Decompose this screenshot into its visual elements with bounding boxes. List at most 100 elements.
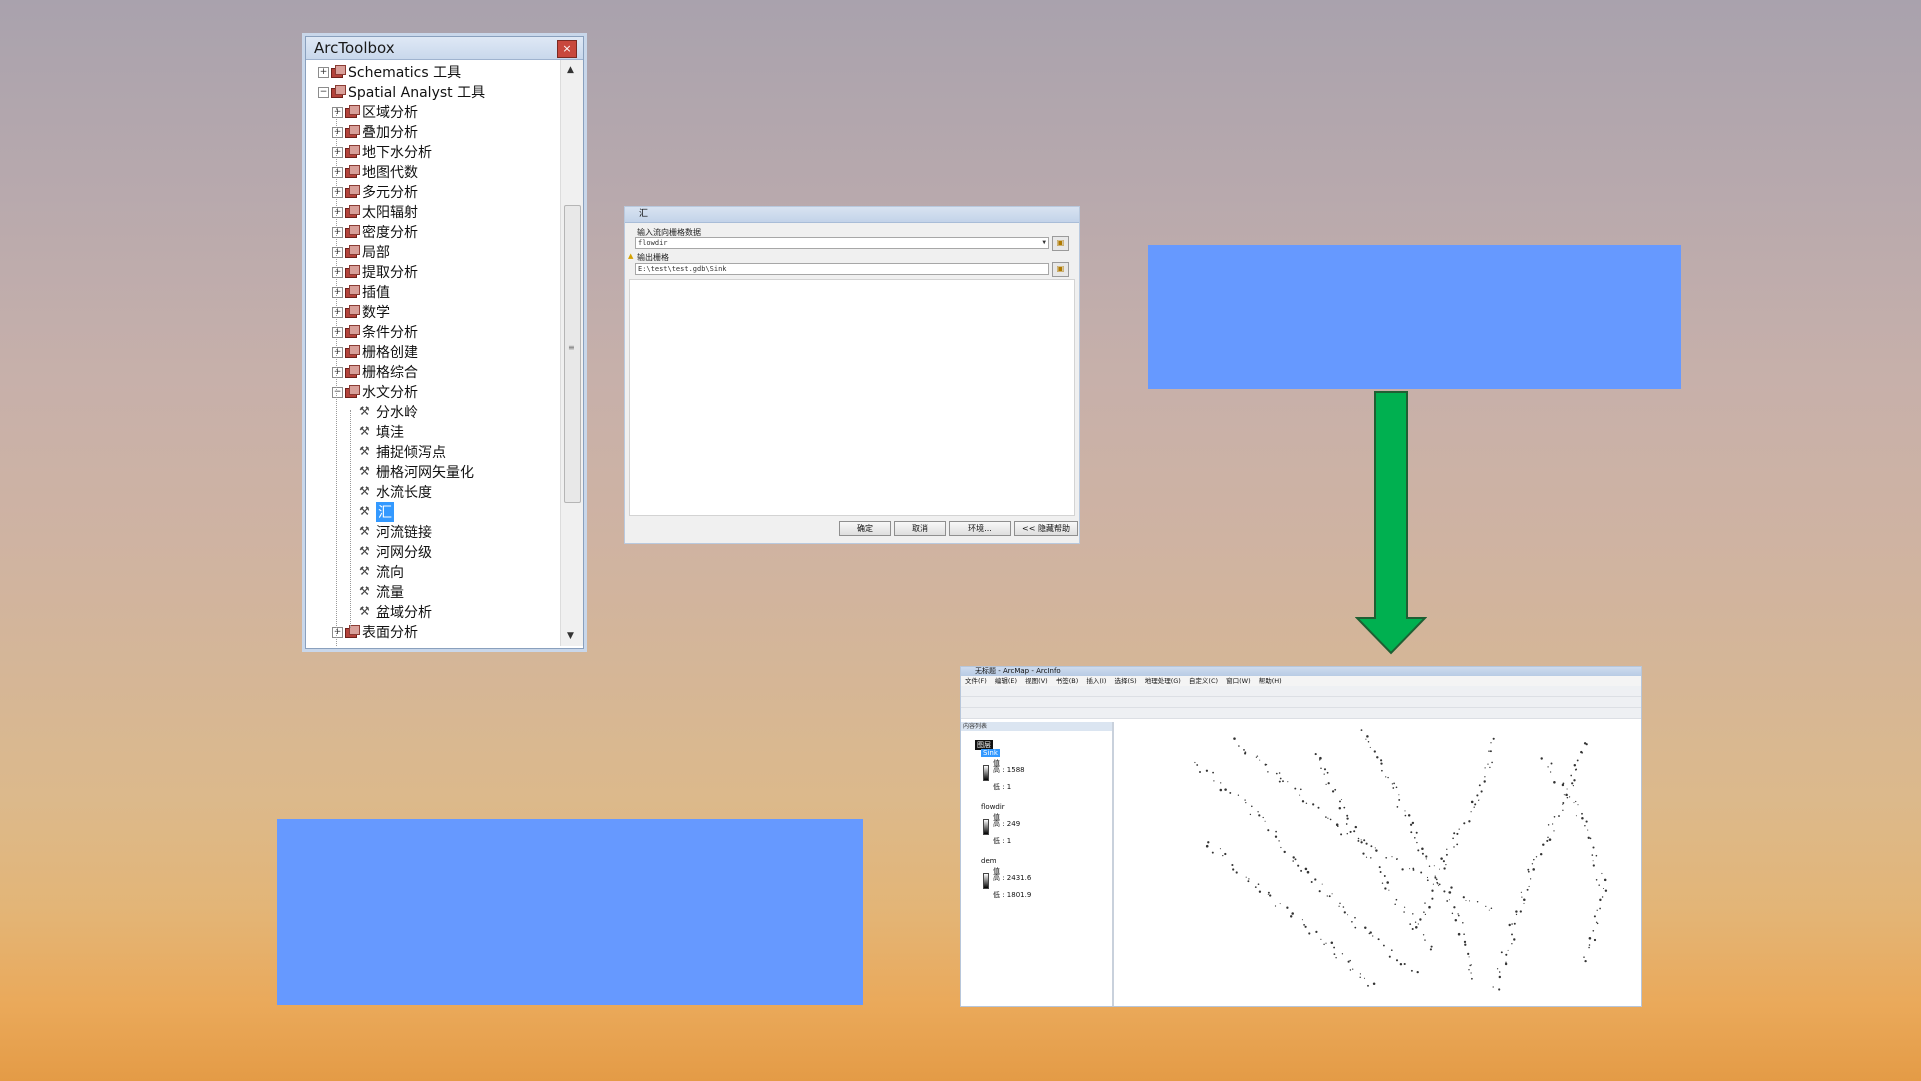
menu-bookmarks[interactable]: 书签(B): [1056, 677, 1079, 685]
sink-pixel: [1404, 814, 1407, 817]
expand-icon[interactable]: +: [332, 207, 343, 218]
sink-pixel: [1523, 898, 1526, 901]
sink-pixel: [1333, 953, 1336, 955]
expand-icon[interactable]: +: [332, 227, 343, 238]
sink-pixel: [1267, 771, 1269, 773]
collapse-icon[interactable]: −: [318, 87, 329, 98]
layer-dem-name[interactable]: dem: [981, 857, 997, 865]
sink-pixel: [1224, 852, 1227, 856]
hide-help-button[interactable]: << 隐藏帮助: [1014, 521, 1078, 536]
sink-pixel: [1287, 781, 1289, 783]
sink-pixel: [1452, 837, 1454, 840]
environments-button[interactable]: 环境...: [949, 521, 1011, 536]
sink-pixel: [1513, 938, 1516, 941]
blue-box-top-right: [1148, 245, 1681, 389]
menu-help[interactable]: 帮助(H): [1259, 677, 1282, 685]
sink-pixel: [1589, 837, 1592, 840]
sink-pixel: [1592, 860, 1594, 862]
menu-insert[interactable]: 插入(I): [1086, 677, 1106, 685]
dropdown-arrow-icon[interactable]: ▼: [1042, 238, 1046, 248]
sink-pixel: [1346, 814, 1349, 817]
sink-pixel: [1593, 938, 1597, 942]
toolbox-titlebar: ArcToolbox ×: [306, 37, 583, 60]
hammer-icon: ⚒: [359, 444, 370, 458]
expand-icon[interactable]: +: [332, 187, 343, 198]
menu-customize[interactable]: 自定义(C): [1189, 677, 1218, 685]
sink-pixel: [1415, 926, 1418, 929]
sink-pixel: [1476, 794, 1479, 797]
sink-pixel: [1308, 932, 1311, 935]
sink-pixel: [1592, 846, 1595, 849]
collapse-icon[interactable]: −: [332, 387, 343, 398]
sink-pixel: [1562, 803, 1564, 805]
tree-item-label: Spatial Analyst 工具: [348, 85, 486, 101]
scroll-thumb[interactable]: ≡: [564, 205, 581, 503]
expand-icon[interactable]: +: [332, 367, 343, 378]
layer-flowdir-name[interactable]: flowdir: [981, 803, 1005, 811]
input-raster-value: flowdir: [638, 239, 668, 247]
output-raster-field[interactable]: E:\test\test.gdb\Sink: [635, 263, 1049, 275]
expand-icon[interactable]: +: [332, 627, 343, 638]
toolbox-icon: [345, 205, 360, 218]
sink-pixel: [1347, 914, 1349, 916]
sink-pixel: [1269, 894, 1272, 897]
sink-pixel: [1245, 876, 1247, 878]
expand-icon[interactable]: +: [332, 247, 343, 258]
close-icon[interactable]: ×: [557, 40, 577, 58]
expand-icon[interactable]: +: [318, 67, 329, 78]
sink-pixel: [1359, 976, 1361, 979]
expand-icon[interactable]: +: [332, 107, 343, 118]
expand-icon[interactable]: +: [332, 127, 343, 138]
sink-pixel: [1257, 883, 1260, 886]
expand-icon[interactable]: +: [332, 267, 343, 278]
toolbox-scrollbar[interactable]: ▲ ≡ ▼: [560, 60, 583, 646]
menu-file[interactable]: 文件(F): [965, 677, 987, 685]
sink-pixel: [1483, 780, 1486, 783]
sink-pixel: [1330, 941, 1334, 944]
browse-folder-icon[interactable]: ▣: [1052, 236, 1069, 251]
input-raster-field[interactable]: flowdir ▼: [635, 237, 1049, 249]
sink-pixel: [1546, 839, 1549, 842]
expand-icon[interactable]: +: [332, 287, 343, 298]
sink-pixel: [1319, 756, 1322, 760]
map-view[interactable]: [1115, 722, 1639, 1004]
sink-pixel: [1601, 896, 1604, 898]
expand-icon[interactable]: +: [332, 327, 343, 338]
arcmap-toolbar-3[interactable]: [961, 708, 1641, 719]
cancel-button[interactable]: 取消: [894, 521, 946, 536]
menu-edit[interactable]: 编辑(E): [995, 677, 1017, 685]
sink-pixel: [1490, 907, 1493, 909]
sink-pixel: [1468, 969, 1470, 971]
scroll-down-icon[interactable]: ▼: [567, 631, 574, 641]
menu-geoprocessing[interactable]: 地理处理(G): [1145, 677, 1181, 685]
menu-view[interactable]: 视图(V): [1025, 677, 1048, 685]
sink-pixel: [1508, 923, 1511, 927]
expand-icon[interactable]: +: [332, 147, 343, 158]
browse-folder-icon-2[interactable]: ▣: [1052, 262, 1069, 277]
scroll-up-icon[interactable]: ▲: [567, 65, 574, 75]
sink-pixel: [1558, 815, 1560, 817]
hammer-icon: ⚒: [359, 464, 370, 478]
expand-icon[interactable]: +: [332, 307, 343, 318]
sink-pixel: [1326, 895, 1328, 897]
sink-pixel: [1409, 823, 1413, 826]
sink-pixel: [1235, 871, 1238, 874]
expand-icon[interactable]: +: [332, 167, 343, 178]
sink-pixel: [1443, 890, 1446, 893]
menu-windows[interactable]: 窗口(W): [1226, 677, 1251, 685]
menu-select[interactable]: 选择(S): [1114, 677, 1136, 685]
sink-pixel: [1360, 841, 1363, 844]
sink-pixel: [1333, 946, 1336, 949]
layer-sink-name[interactable]: Sink: [981, 749, 1000, 757]
expand-icon[interactable]: +: [332, 347, 343, 358]
sink-pixel: [1264, 820, 1266, 822]
ok-button[interactable]: 确定: [839, 521, 891, 536]
sink-pixel: [1423, 911, 1425, 913]
sink-pixel: [1601, 872, 1603, 875]
sink-pixel: [1470, 811, 1472, 813]
arcmap-toolbar-1[interactable]: [961, 686, 1641, 697]
sink-pixel: [1257, 811, 1259, 813]
toolbox-icon: [345, 165, 360, 178]
arcmap-toolbar-2[interactable]: [961, 697, 1641, 708]
sink-pixel: [1267, 891, 1270, 894]
